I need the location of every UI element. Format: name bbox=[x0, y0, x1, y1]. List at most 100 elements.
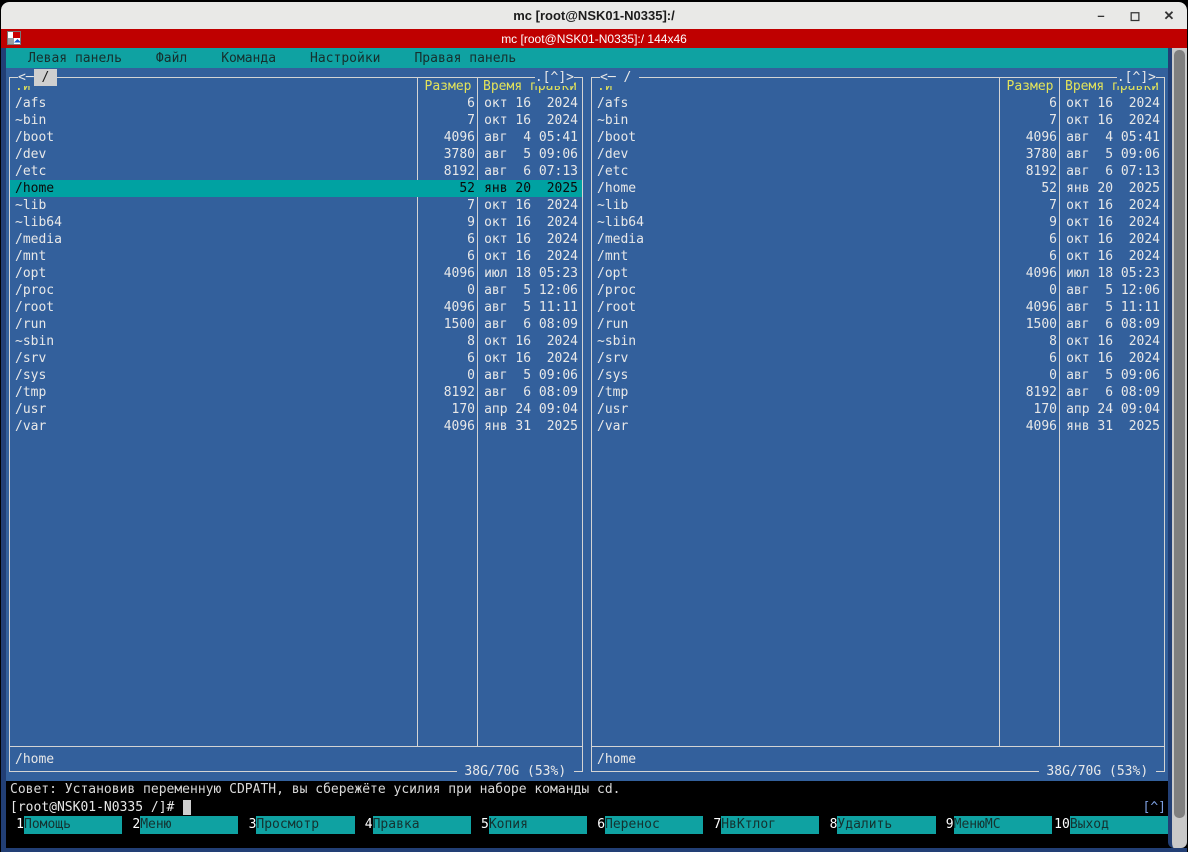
file-row[interactable]: /boot 4096 авг 4 05:41 bbox=[592, 129, 1164, 146]
file-row[interactable]: /root 4096 авг 5 11:11 bbox=[10, 299, 582, 316]
file-name: ~lib bbox=[592, 197, 1000, 214]
file-row[interactable]: ~lib 7 окт 16 2024 bbox=[10, 197, 582, 214]
file-row[interactable]: ~lib64 9 окт 16 2024 bbox=[10, 214, 582, 231]
right-panel-path[interactable]: / bbox=[616, 69, 639, 86]
file-row[interactable]: /opt 4096 июл 18 05:23 bbox=[592, 265, 1164, 282]
file-row[interactable]: ~sbin 8 окт 16 2024 bbox=[592, 333, 1164, 350]
file-row[interactable]: /root 4096 авг 5 11:11 bbox=[592, 299, 1164, 316]
file-row[interactable]: /proc 0 авг 5 12:06 bbox=[592, 282, 1164, 299]
maximize-icon[interactable]: ◻ bbox=[1127, 8, 1143, 24]
file-row[interactable]: /usr 170 апр 24 09:04 bbox=[10, 401, 582, 418]
file-name: /tmp bbox=[10, 384, 418, 401]
file-row[interactable]: /etc 8192 авг 6 07:13 bbox=[592, 163, 1164, 180]
file-name: /home bbox=[592, 180, 1000, 197]
file-size: 3780 bbox=[418, 146, 478, 163]
file-mtime: авг 6 08:09 bbox=[478, 316, 582, 333]
file-row[interactable]: ~bin 7 окт 16 2024 bbox=[10, 112, 582, 129]
file-mtime: авг 5 09:06 bbox=[478, 146, 582, 163]
file-mtime: авг 4 05:41 bbox=[1060, 129, 1164, 146]
file-row[interactable]: /sys 0 авг 5 09:06 bbox=[10, 367, 582, 384]
window-menu-icon[interactable] bbox=[7, 31, 21, 45]
file-row[interactable]: /media 6 окт 16 2024 bbox=[592, 231, 1164, 248]
function-key-number: 6 bbox=[587, 816, 605, 834]
file-row[interactable]: /run 1500 авг 6 08:09 bbox=[10, 316, 582, 333]
command-line[interactable]: [root@NSK01-N0335 /]# [^] bbox=[6, 799, 1168, 816]
left-panel-filler bbox=[10, 435, 582, 746]
function-key-button[interactable]: 10 Выход bbox=[1052, 816, 1168, 834]
file-row[interactable]: /srv 6 окт 16 2024 bbox=[10, 350, 582, 367]
function-key-button[interactable]: 9 МенюМС bbox=[936, 816, 1052, 834]
file-row[interactable]: /home 52 янв 20 2025 bbox=[10, 180, 582, 197]
updir-badge[interactable]: [^] bbox=[1143, 799, 1168, 816]
file-row[interactable]: /tmp 8192 авг 6 08:09 bbox=[10, 384, 582, 401]
column-header-name[interactable]: .и Имя bbox=[592, 78, 1000, 95]
file-row[interactable]: /run 1500 авг 6 08:09 bbox=[592, 316, 1164, 333]
function-key-button[interactable]: 4 Правка bbox=[355, 816, 471, 834]
file-row[interactable]: /sys 0 авг 5 09:06 bbox=[592, 367, 1164, 384]
column-header-size[interactable]: Размер bbox=[418, 78, 478, 95]
left-panel-path[interactable]: / bbox=[34, 69, 57, 86]
file-size: 0 bbox=[418, 282, 478, 299]
function-key-button[interactable]: 8 Удалить bbox=[819, 816, 935, 834]
menu-right-panel[interactable]: Правая панель bbox=[414, 50, 516, 67]
menu-left-panel[interactable]: Левая панель bbox=[28, 50, 122, 67]
file-size: 4096 bbox=[1000, 129, 1060, 146]
file-mtime: янв 20 2025 bbox=[478, 180, 582, 197]
file-row[interactable]: /home 52 янв 20 2025 bbox=[592, 180, 1164, 197]
function-key-button[interactable]: 1 Помощь bbox=[6, 816, 122, 834]
file-row[interactable]: /srv 6 окт 16 2024 bbox=[592, 350, 1164, 367]
function-key-button[interactable]: 2 Меню bbox=[122, 816, 238, 834]
file-name: ~bin bbox=[592, 112, 1000, 129]
file-name: /boot bbox=[592, 129, 1000, 146]
file-row[interactable]: /dev 3780 авг 5 09:06 bbox=[592, 146, 1164, 163]
menu-options[interactable]: Настройки bbox=[310, 50, 380, 67]
file-name: /usr bbox=[10, 401, 418, 418]
file-row[interactable]: /dev 3780 авг 5 09:06 bbox=[10, 146, 582, 163]
menu-file[interactable]: Файл bbox=[156, 50, 187, 67]
function-key-number: 7 bbox=[703, 816, 721, 834]
scrollbar[interactable] bbox=[1168, 48, 1187, 848]
history-back-icon[interactable]: <─ bbox=[18, 69, 34, 86]
file-row[interactable]: /etc 8192 авг 6 07:13 bbox=[10, 163, 582, 180]
history-back-icon[interactable]: <─ bbox=[600, 69, 616, 86]
file-row[interactable]: /usr 170 апр 24 09:04 bbox=[592, 401, 1164, 418]
column-header-size[interactable]: Размер bbox=[1000, 78, 1060, 95]
file-mtime: янв 20 2025 bbox=[1060, 180, 1164, 197]
file-row[interactable]: /var 4096 янв 31 2025 bbox=[10, 418, 582, 435]
file-name: /proc bbox=[592, 282, 1000, 299]
file-row[interactable]: /media 6 окт 16 2024 bbox=[10, 231, 582, 248]
function-key-button[interactable]: 5 Копия bbox=[471, 816, 587, 834]
scrollbar-thumb[interactable] bbox=[1174, 50, 1185, 818]
function-key-button[interactable]: 7 НвКтлог bbox=[703, 816, 819, 834]
file-row[interactable]: /afs 6 окт 16 2024 bbox=[10, 95, 582, 112]
file-row[interactable]: /mnt 6 окт 16 2024 bbox=[592, 248, 1164, 265]
file-row[interactable]: /mnt 6 окт 16 2024 bbox=[10, 248, 582, 265]
file-size: 1500 bbox=[418, 316, 478, 333]
menu-command[interactable]: Команда bbox=[221, 50, 276, 67]
close-icon[interactable]: ✕ bbox=[1161, 8, 1177, 24]
function-key-button[interactable]: 6 Перенос bbox=[587, 816, 703, 834]
mc-screen: Левая панель Файл Команда Настройки Прав… bbox=[6, 48, 1168, 848]
window-controls: – ◻ ✕ bbox=[1093, 2, 1177, 29]
file-size: 4096 bbox=[1000, 299, 1060, 316]
file-row[interactable]: ~lib 7 окт 16 2024 bbox=[592, 197, 1164, 214]
file-row[interactable]: /afs 6 окт 16 2024 bbox=[592, 95, 1164, 112]
left-panel-updir-icon[interactable]: .[^]> bbox=[535, 69, 574, 86]
column-header-name[interactable]: .и Имя bbox=[10, 78, 418, 95]
file-row[interactable]: /boot 4096 авг 4 05:41 bbox=[10, 129, 582, 146]
file-row[interactable]: /proc 0 авг 5 12:06 bbox=[10, 282, 582, 299]
right-panel-updir-icon[interactable]: .[^]> bbox=[1117, 69, 1156, 86]
function-key-button[interactable]: 3 Просмотр bbox=[238, 816, 354, 834]
file-row[interactable]: /tmp 8192 авг 6 08:09 bbox=[592, 384, 1164, 401]
minimize-icon[interactable]: – bbox=[1093, 8, 1109, 23]
window-titlebar[interactable]: mc [root@NSK01-N0335]:/ – ◻ ✕ bbox=[1, 2, 1187, 29]
file-size: 7 bbox=[418, 197, 478, 214]
function-key-number: 8 bbox=[819, 816, 837, 834]
file-row[interactable]: /var 4096 янв 31 2025 bbox=[592, 418, 1164, 435]
file-row[interactable]: ~sbin 8 окт 16 2024 bbox=[10, 333, 582, 350]
left-panel-body: .и Имя Размер Время правки /afs 6 bbox=[10, 78, 582, 746]
file-row[interactable]: ~lib64 9 окт 16 2024 bbox=[592, 214, 1164, 231]
file-row[interactable]: ~bin 7 окт 16 2024 bbox=[592, 112, 1164, 129]
file-name: ~lib bbox=[10, 197, 418, 214]
file-row[interactable]: /opt 4096 июл 18 05:23 bbox=[10, 265, 582, 282]
